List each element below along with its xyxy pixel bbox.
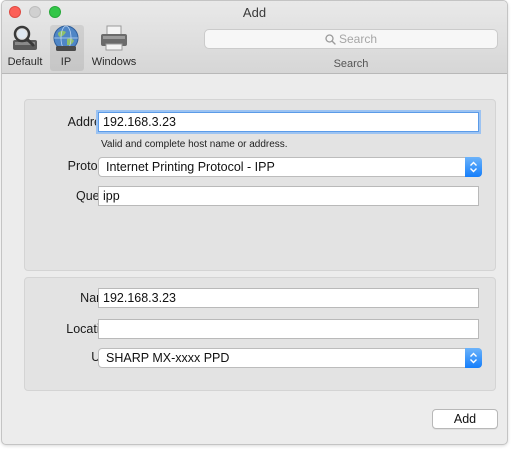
windows-printer-icon <box>98 23 130 53</box>
toolbar-ip-label: IP <box>60 56 72 68</box>
protocol-stepper[interactable] <box>465 157 482 177</box>
search-placeholder: Search <box>338 32 378 46</box>
toolbar-windows-button[interactable]: Windows <box>86 23 142 71</box>
toolbar-default-label: Default <box>7 56 43 68</box>
driver-select[interactable]: SHARP MX-xxxx PPD <box>98 348 482 368</box>
default-printer-icon <box>9 23 41 53</box>
address-hint: Valid and complete host name or address. <box>101 139 288 150</box>
location-field[interactable] <box>98 319 479 339</box>
chevron-up-down-icon <box>470 161 477 173</box>
chevron-up-down-icon <box>470 352 477 364</box>
search-caption: Search <box>333 58 369 70</box>
toolbar-windows-label: Windows <box>91 56 137 68</box>
address-field[interactable]: 192.168.3.23 <box>98 112 479 132</box>
name-field[interactable]: 192.168.3.23 <box>98 288 479 308</box>
titlebar-toolbar: Add Default IP Windows Search Search <box>2 1 507 74</box>
protocol-value: Internet Printing Protocol - IPP <box>106 160 275 174</box>
add-button[interactable]: Add <box>432 409 498 429</box>
search-icon <box>325 32 336 50</box>
toolbar-ip-button[interactable]: IP <box>50 23 82 71</box>
connection-group: Address: 192.168.3.23 Valid and complete… <box>24 99 496 271</box>
protocol-select[interactable]: Internet Printing Protocol - IPP <box>98 157 482 177</box>
window-title: Add <box>242 5 267 20</box>
toolbar-default-button[interactable]: Default <box>2 23 48 71</box>
driver-value: SHARP MX-xxxx PPD <box>106 351 230 365</box>
globe-icon <box>50 23 82 53</box>
driver-stepper[interactable] <box>465 348 482 368</box>
printer-details-group: Name: 192.168.3.23 Location: Use: SHARP … <box>24 277 496 391</box>
queue-field[interactable]: ipp <box>98 186 479 206</box>
add-printer-window: Add Default IP Windows Search Search Add… <box>1 0 508 445</box>
search-input[interactable]: Search <box>204 29 498 49</box>
